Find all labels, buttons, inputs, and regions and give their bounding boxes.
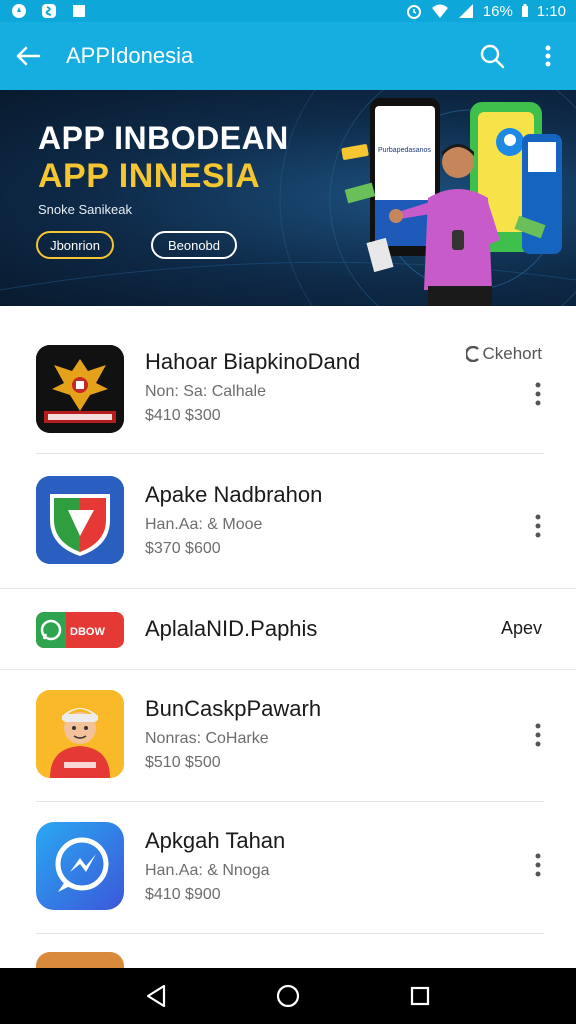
- banner-secondary-button[interactable]: Beonobd: [151, 231, 237, 259]
- check-circle-icon: [466, 346, 480, 362]
- system-navigation-bar: [0, 968, 576, 1024]
- app-bar: APPIdonesia: [0, 22, 576, 90]
- battery-icon: [521, 3, 529, 19]
- shield-app-icon: [36, 476, 124, 564]
- more-vert-icon: [535, 723, 541, 747]
- app-meta: Nonras: CoHarke: [145, 730, 269, 747]
- back-arrow-icon: [16, 46, 41, 66]
- page-title: APPIdonesia: [66, 43, 194, 68]
- promo-icon-label: DBOW: [70, 626, 105, 638]
- banner-headline: APP INBODEAN: [38, 120, 289, 156]
- app-name: Apake Nadbrahon: [145, 482, 323, 507]
- promo-banner[interactable]: APP INBODEAN APP INNESIA Snoke Sanikeak …: [0, 90, 576, 306]
- check-out-badge[interactable]: Ckehort: [466, 344, 542, 364]
- clock: 1:10: [536, 2, 566, 20]
- more-vert-icon: [535, 382, 541, 406]
- phone-screen-text: Purbapedasanos: [378, 147, 431, 154]
- app-name: Hahoar BiapkinoDand: [145, 349, 361, 374]
- app-list-item[interactable]: Hahoar BiapkinoDand Non: Sa: Calhale $41…: [0, 322, 576, 454]
- app-name: BunCaskpPawarh: [145, 696, 322, 721]
- battery-level: 16%: [482, 2, 513, 20]
- signal-icon: [457, 3, 475, 19]
- app-price: $510 $500: [145, 754, 221, 771]
- shazam-icon: [40, 3, 58, 19]
- app-price: $370 $600: [145, 540, 221, 557]
- app-screen: 16% 1:10 APPIdonesia APP INBODEAN APP IN…: [0, 0, 576, 1024]
- more-options-button[interactable]: [528, 720, 548, 750]
- search-icon: [480, 44, 505, 69]
- more-options-button[interactable]: [528, 511, 548, 541]
- app-list: Hahoar BiapkinoDand Non: Sa: Calhale $41…: [0, 322, 576, 992]
- home-circle-icon: [276, 984, 300, 1008]
- promo-action-button[interactable]: Apev: [501, 618, 542, 639]
- whatsapp-promo-icon: DBOW: [36, 612, 124, 648]
- nav-recents-button[interactable]: [396, 972, 444, 1020]
- more-vert-icon: [535, 514, 541, 538]
- more-vert-icon: [545, 45, 551, 67]
- app-meta: Han.Aa: & Mooe: [145, 516, 263, 533]
- more-options-button[interactable]: [528, 850, 548, 880]
- banner-headline-accent: APP INNESIA: [38, 157, 261, 195]
- app-meta: Han.Aa: & Nnoga: [145, 862, 270, 879]
- badge-label: Ckehort: [482, 344, 542, 363]
- app-list-item[interactable]: Apkgah Tahan Han.Aa: & Nnoga $410 $900: [0, 802, 576, 934]
- app-list-item[interactable]: Apake Nadbrahon Han.Aa: & Mooe $370 $600: [0, 454, 576, 588]
- overflow-menu-button[interactable]: [520, 22, 576, 90]
- banner-subtitle: Snoke Sanikeak: [38, 202, 132, 217]
- app-price: $410 $900: [145, 886, 221, 903]
- alarm-icon: [405, 3, 423, 19]
- app-name: Apkgah Tahan: [145, 828, 286, 853]
- banner-primary-button[interactable]: Jbonrion: [36, 231, 114, 259]
- recents-square-icon: [410, 986, 430, 1006]
- wifi-icon: [431, 3, 449, 19]
- cartoon-character-app-icon: [36, 690, 124, 778]
- more-vert-icon: [535, 853, 541, 877]
- sponsored-list-item[interactable]: DBOW AplalaNID.Paphis Apev: [0, 588, 576, 670]
- garuda-app-icon: [36, 345, 124, 433]
- notification-icon: [10, 3, 28, 19]
- promo-name: AplalaNID.Paphis: [145, 616, 318, 641]
- messenger-app-icon: [36, 822, 124, 910]
- banner-illustration: Purbapedasanos: [341, 98, 562, 306]
- more-options-button[interactable]: [528, 379, 548, 409]
- nav-home-button[interactable]: [264, 972, 312, 1020]
- square-notification-icon: [70, 3, 88, 19]
- back-button[interactable]: [0, 22, 56, 90]
- app-meta: Non: Sa: Calhale: [145, 383, 266, 400]
- app-price: $410 $300: [145, 407, 221, 424]
- back-triangle-icon: [146, 984, 166, 1008]
- app-list-item[interactable]: BunCaskpPawarh Nonras: CoHarke $510 $500: [0, 670, 576, 802]
- status-bar: 16% 1:10: [0, 0, 576, 22]
- search-button[interactable]: [464, 22, 520, 90]
- nav-back-button[interactable]: [132, 972, 180, 1020]
